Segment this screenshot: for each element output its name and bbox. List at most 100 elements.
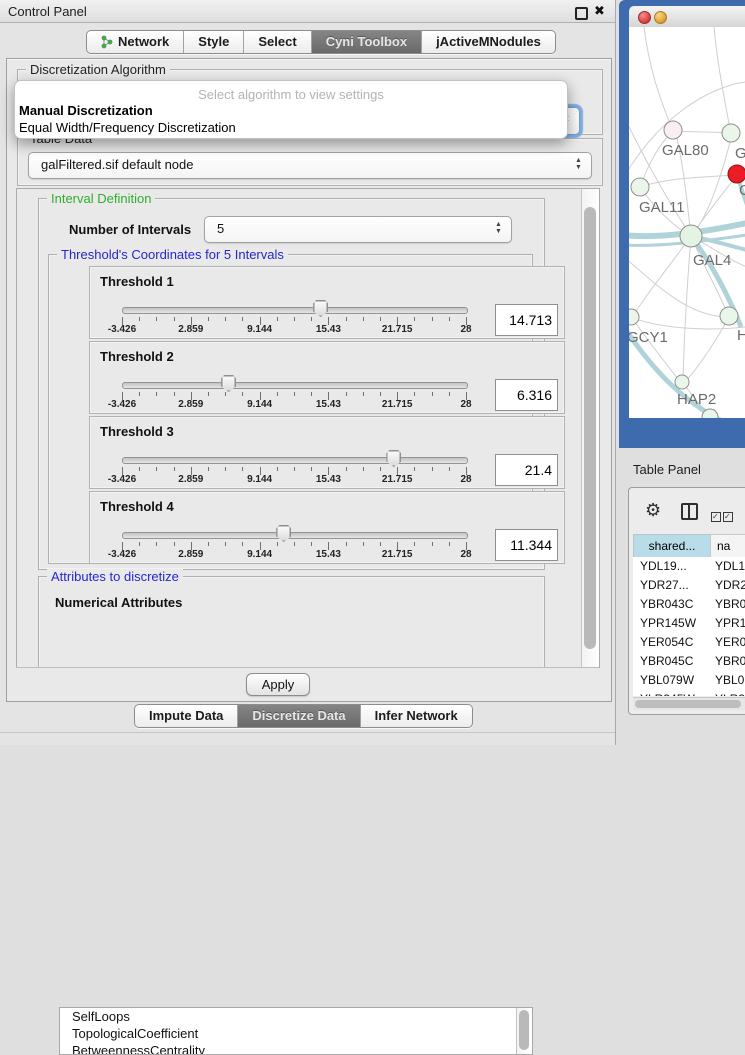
tab-network[interactable]: Network (87, 31, 183, 53)
node-hap2[interactable] (675, 375, 689, 389)
table-row[interactable]: YPR145W YPR1 (633, 614, 745, 633)
number-of-intervals-value: 5 (217, 221, 224, 236)
node-h[interactable] (720, 307, 738, 325)
threshold-slider-thumb[interactable] (313, 300, 328, 317)
node-gal4[interactable] (680, 225, 702, 247)
threshold-value-field[interactable]: 14.713 (495, 304, 558, 336)
window-bottom-divider (0, 732, 615, 733)
threshold-value-field[interactable]: 21.4 (495, 454, 558, 486)
attribute-item[interactable]: TopologicalCoefficient (60, 1025, 532, 1042)
checkbox-icon: ✓ (711, 512, 721, 522)
table-toolbar: ⚙ (645, 500, 661, 521)
threshold-label: Threshold 2 (100, 349, 174, 364)
network-icon (101, 35, 113, 49)
threshold-slider-track[interactable] (122, 457, 468, 464)
zoom-traffic-light-icon[interactable] (670, 11, 681, 22)
threshold-slider-thumb[interactable] (276, 525, 291, 542)
threshold-label: Threshold 4 (100, 499, 174, 514)
node-gal80[interactable] (664, 121, 682, 139)
network-view-window: GAL80 GA C GAL11 GAL4 GCY1 H HAP2 (619, 0, 745, 448)
thresholds-group: Threshold's Coordinates for 5 Intervals … (48, 254, 533, 564)
node-label-gal4: GAL4 (693, 252, 731, 269)
threshold-slider-thumb[interactable] (386, 450, 401, 467)
threshold-box: Threshold 2 -3.4262.8599.14415.4321.7152… (89, 341, 565, 414)
tab-cyni-toolbox[interactable]: Cyni Toolbox (311, 31, 421, 53)
threshold-box: Threshold 3 -3.4262.8599.14415.4321.7152… (89, 416, 565, 489)
number-of-intervals-combobox[interactable]: 5 ▲▼ (204, 216, 512, 243)
table-row[interactable]: YDL19... YDL1 (633, 557, 745, 576)
node-red-selected[interactable] (728, 165, 745, 183)
tab-impute-data[interactable]: Impute Data (135, 705, 237, 727)
settings-scrollbar-thumb[interactable] (584, 207, 596, 649)
slider-scale-labels: -3.4262.8599.14415.4321.71528 (122, 474, 466, 486)
panel-title: Control Panel (8, 4, 87, 19)
attributes-scrollbar[interactable] (516, 1008, 532, 1054)
table-panel-title: Table Panel (633, 462, 701, 477)
node-label-c: C (739, 182, 745, 199)
control-panel-window: Control Panel ✖ Network Style Select Cyn… (0, 0, 616, 745)
settings-scrollbar[interactable] (581, 189, 599, 667)
numerical-attributes-list[interactable]: SelfLoopsTopologicalCoefficientBetweenne… (59, 1007, 533, 1055)
select-columns-icon[interactable]: ✓✓ (711, 506, 735, 524)
network-window-titlebar (629, 6, 745, 28)
table-panel-titlebar: Table Panel (619, 455, 745, 484)
table-data-combobox[interactable]: galFiltered.sif default node ▲▼ (28, 152, 592, 179)
threshold-slider-thumb[interactable] (221, 375, 236, 392)
combo-arrows-icon: ▲▼ (494, 221, 503, 235)
close-traffic-light-icon[interactable] (638, 11, 651, 24)
threshold-value-field[interactable]: 6.316 (495, 379, 558, 411)
threshold-slider-track[interactable] (122, 382, 468, 389)
control-panel-titlebar: Control Panel ✖ (0, 0, 615, 23)
table-hscrollbar-thumb[interactable] (635, 700, 741, 708)
attributes-group-label: Attributes to discretize (47, 569, 183, 584)
tab-jactivemnodules[interactable]: jActiveMNodules (421, 31, 555, 53)
thresholds-group-label: Threshold's Coordinates for 5 Intervals (57, 247, 288, 262)
tab-discretize-data[interactable]: Discretize Data (237, 705, 359, 727)
attribute-item[interactable]: BetweennessCentrality (60, 1042, 532, 1055)
gear-icon[interactable]: ⚙ (645, 500, 661, 520)
table-row[interactable]: YER054C YER0 (633, 633, 745, 652)
tab-style[interactable]: Style (183, 31, 243, 53)
network-graph: GAL80 GA C GAL11 GAL4 GCY1 H HAP2 (629, 27, 745, 418)
popup-option-manual-discretization[interactable]: Manual Discretization (19, 103, 153, 118)
column-header-name[interactable]: na (710, 534, 745, 558)
threshold-box: Threshold 4 -3.4262.8599.14415.4321.7152… (89, 491, 565, 564)
table-row[interactable]: YBL079W YBL0 (633, 671, 745, 690)
numerical-attributes-label: Numerical Attributes (55, 595, 182, 610)
table-row[interactable]: YDR27... YDR2 (633, 576, 745, 595)
column-header-shared[interactable]: shared... (633, 534, 711, 558)
table-row[interactable]: YLR345W YLR3 (633, 690, 745, 696)
combo-arrows-icon: ▲▼ (574, 157, 583, 171)
slider-scale-labels: -3.4262.8599.14415.4321.71528 (122, 324, 466, 336)
node-gal11[interactable] (631, 178, 649, 196)
node-gcy1[interactable] (629, 309, 639, 325)
number-of-intervals-label: Number of Intervals (69, 222, 191, 237)
cyni-toolbox-panel: Discretization Algorithm ▲▼ Table Data g… (6, 58, 612, 702)
threshold-box: Threshold 1 -3.4262.8599.14415.4321.7152… (89, 266, 565, 339)
popup-option-equal-width[interactable]: Equal Width/Frequency Discretization (19, 120, 236, 135)
float-window-icon[interactable] (575, 7, 588, 20)
threshold-slider-track[interactable] (122, 307, 468, 314)
node-ga[interactable] (722, 124, 740, 142)
columns-icon[interactable] (681, 503, 698, 520)
node-label-ga: GA (735, 145, 745, 162)
threshold-slider-track[interactable] (122, 532, 468, 539)
table-body: YDL19... YDL1 YDR27... YDR2 YBR043C YBR0… (629, 557, 745, 696)
table-hscrollbar[interactable] (633, 697, 745, 710)
close-icon[interactable]: ✖ (594, 3, 605, 19)
tab-select[interactable]: Select (243, 31, 310, 53)
table-row[interactable]: YBR043C YBR0 (633, 595, 745, 614)
popup-placeholder: Select algorithm to view settings (15, 87, 567, 102)
minimize-traffic-light-icon[interactable] (654, 11, 667, 24)
tab-infer-network[interactable]: Infer Network (360, 705, 472, 727)
apply-button[interactable]: Apply (246, 673, 310, 696)
threshold-value-field[interactable]: 11.344 (495, 529, 558, 561)
attributes-group: Attributes to discretize Numerical Attri… (38, 576, 545, 672)
slider-scale-labels: -3.4262.8599.14415.4321.71528 (122, 549, 466, 561)
interval-definition-label: Interval Definition (47, 191, 155, 206)
table-row[interactable]: YBR045C YBR0 (633, 652, 745, 671)
attributes-scrollbar-thumb[interactable] (519, 1010, 529, 1050)
attribute-item[interactable]: SelfLoops (60, 1008, 532, 1025)
table-panel-window: ⚙ ✓✓ shared... na YDL19... YDL1 YDR27...… (628, 487, 745, 715)
network-canvas[interactable]: GAL80 GA C GAL11 GAL4 GCY1 H HAP2 (629, 27, 745, 418)
